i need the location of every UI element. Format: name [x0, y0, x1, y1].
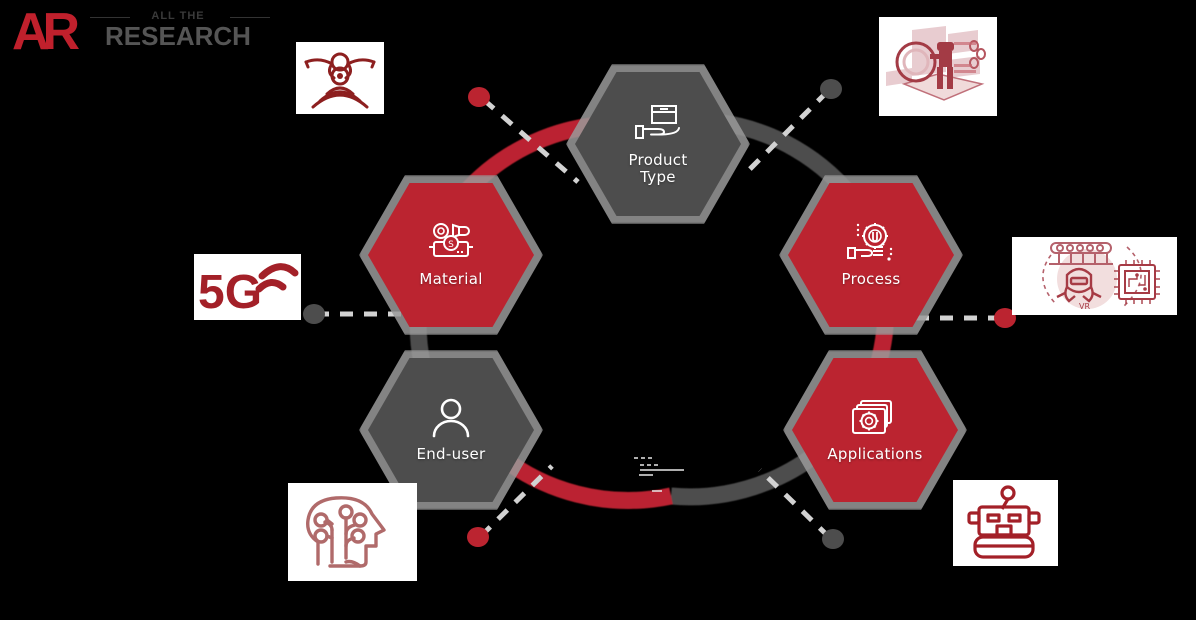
thumb-ai-brain[interactable] [288, 483, 417, 581]
svg-text:VR: VR [1079, 302, 1090, 311]
svg-text:5G: 5G [198, 266, 262, 318]
thumb-robot[interactable] [953, 480, 1058, 566]
vr-headset-chip-icon: VR [1041, 242, 1160, 311]
hex-node-product-type[interactable]: Product Type [566, 64, 750, 224]
hex-node-material[interactable]: S Material [359, 175, 543, 335]
ai-brain-head-icon [305, 496, 386, 568]
hex-label-process: Process [841, 270, 901, 289]
vr-person-magnifier-icon [886, 25, 986, 101]
5g-signal-icon: 5G [198, 263, 299, 318]
connector-dot-5g [303, 304, 325, 324]
hex-label-material: Material [419, 270, 483, 289]
hex-label-applications: Applications [827, 445, 923, 464]
connector-dot-vr-person [820, 79, 842, 99]
hex-label-end-user: End-user [416, 445, 486, 464]
materials-dollar-icon: S [429, 223, 473, 258]
thumb-vr-person[interactable] [879, 17, 997, 116]
hand-holding-box-icon [635, 104, 680, 139]
watermark-marks [628, 455, 688, 492]
hand-holding-gear-icon [847, 223, 893, 261]
hex-label-product-type: Product Type [628, 150, 688, 186]
thumb-vr-chip[interactable]: VR [1012, 237, 1177, 315]
connector-dot-ai-brain [467, 527, 489, 547]
hex-node-applications[interactable]: Applications [783, 350, 967, 510]
hex-node-process[interactable]: Process [779, 175, 963, 335]
windows-gear-icon [852, 400, 892, 435]
thumb-drone[interactable] [296, 42, 384, 114]
drone-signal-icon [304, 52, 376, 109]
svg-text:S: S [448, 240, 454, 250]
connector-dot-robot [822, 529, 844, 549]
robot-icon [966, 485, 1041, 559]
diagram-canvas: AR ALL THE RESEARCH Product Type S Mater… [0, 0, 1196, 620]
connector-dot-drone [468, 87, 490, 107]
thumb-5g[interactable]: 5G [194, 254, 301, 320]
person-icon [432, 399, 470, 438]
